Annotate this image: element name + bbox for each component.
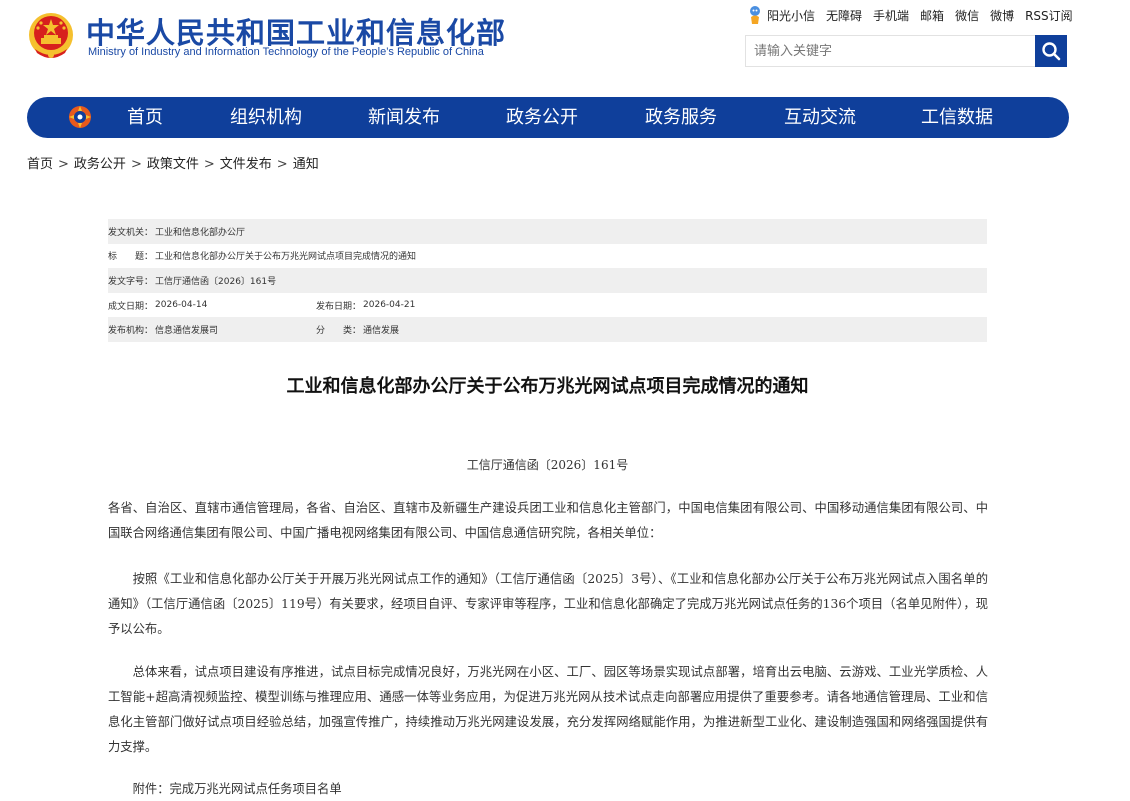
breadcrumb-separator: > (203, 157, 215, 172)
nav-item-news[interactable]: 新闻发布 (368, 97, 440, 138)
meta-label-doc-no: 发文字号： (108, 276, 154, 287)
nav-item-gov-services[interactable]: 政务服务 (645, 97, 717, 138)
meta-row-issuer: 发文机关： 工业和信息化部办公厅 (108, 219, 987, 244)
search-icon (1042, 42, 1061, 61)
breadcrumb-separator: > (276, 157, 288, 172)
nav-item-data[interactable]: 工信数据 (921, 97, 993, 138)
top-link-mobile[interactable]: 手机端 (873, 7, 909, 24)
meta-value-title: 工业和信息化部办公厅关于公布万兆光网试点项目完成情况的通知 (155, 252, 417, 263)
top-link-accessibility[interactable]: 无障碍 (826, 7, 862, 24)
nav-item-organization[interactable]: 组织机构 (230, 97, 302, 138)
meta-value-doc-no: 工信厅通信函〔2026〕161号 (155, 276, 277, 287)
article-doc-number: 工信厅通信函〔2026〕161号 (466, 458, 629, 472)
miit-logo-icon[interactable] (67, 104, 93, 130)
top-link-wechat[interactable]: 微信 (955, 7, 979, 24)
search-input[interactable] (745, 35, 1037, 67)
site-title-english[interactable]: Ministry of Industry and Information Tec… (88, 46, 484, 58)
emblem-icon (29, 13, 73, 58)
breadcrumb-doc-release[interactable]: 文件发布 (220, 157, 272, 172)
top-link-sunshine[interactable]: 阳光小信 (767, 7, 815, 24)
nav-item-gov-affairs[interactable]: 政务公开 (506, 97, 578, 138)
breadcrumb-notice: 通知 (292, 157, 319, 172)
top-link-rss[interactable]: RSS订阅 (1025, 7, 1073, 24)
meta-value-publisher: 信息通信发展司 (155, 326, 219, 337)
meta-label-issuer: 发文机关： (108, 227, 154, 238)
top-link-weibo[interactable]: 微博 (990, 7, 1014, 24)
national-emblem-logo[interactable] (27, 11, 75, 61)
search-button[interactable] (1035, 35, 1067, 67)
meta-label-published-date: 发布日期： (316, 301, 362, 312)
meta-cell-published-date: 发布日期： 2026-04-21 (316, 299, 415, 312)
article-title: 工业和信息化部办公厅关于公布万兆光网试点项目完成情况的通知 (286, 376, 809, 397)
meta-label-publisher: 发布机构： (108, 326, 154, 337)
document-meta-table: 发文机关： 工业和信息化部办公厅 标 题： 工业和信息化部办公厅关于公布万兆光网… (108, 219, 987, 342)
meta-row-title: 标 题： 工业和信息化部办公厅关于公布万兆光网试点项目完成情况的通知 (108, 244, 987, 269)
meta-label-category: 分 类： (316, 326, 362, 337)
article-paragraph-addressees: 各省、自治区、直辖市通信管理局，各省、自治区、直辖市及新疆生产建设兵团工业和信息… (108, 501, 988, 540)
main-nav: 首页 组织机构 新闻发布 政务公开 政务服务 互动交流 工信数据 (27, 97, 1069, 138)
nav-item-interaction[interactable]: 互动交流 (784, 97, 856, 138)
breadcrumb-home[interactable]: 首页 (27, 157, 53, 172)
meta-cell-publisher: 发布机构： 信息通信发展司 (108, 323, 316, 336)
breadcrumb: 首页 > 政务公开 > 政策文件 > 文件发布 > 通知 (27, 153, 319, 172)
meta-value-written-date: 2026-04-14 (155, 300, 208, 311)
article-paragraph-summary: 总体来看，试点项目建设有序推进，试点目标完成情况良好，万兆光网在小区、工厂、园区… (108, 665, 988, 754)
nav-item-home[interactable]: 首页 (127, 97, 163, 138)
meta-cell-category: 分 类： 通信发展 (316, 323, 399, 336)
meta-row-publisher: 发布机构： 信息通信发展司 分 类： 通信发展 (108, 317, 987, 342)
meta-value-category: 通信发展 (363, 326, 400, 337)
meta-value-issuer: 工业和信息化部办公厅 (155, 227, 246, 238)
meta-cell-written-date: 成文日期： 2026-04-14 (108, 299, 316, 312)
breadcrumb-policy-docs[interactable]: 政策文件 (147, 157, 199, 172)
meta-label-title: 标 题： (108, 252, 154, 263)
article-paragraph-basis: 按照《工业和信息化部办公厅关于开展万兆光网试点工作的通知》（工信厅通信函〔202… (108, 572, 988, 636)
article-attachment-link[interactable]: 附件：完成万兆光网试点任务项目名单 (108, 777, 988, 801)
sunshine-mascot-icon (750, 6, 760, 24)
breadcrumb-gov-affairs[interactable]: 政务公开 (74, 157, 126, 172)
meta-value-published-date: 2026-04-21 (363, 300, 416, 311)
meta-row-dates: 成文日期： 2026-04-14 发布日期： 2026-04-21 (108, 293, 987, 318)
top-links-bar: 阳光小信 无障碍 手机端 邮箱 微信 微博 RSS订阅 (748, 5, 1073, 25)
meta-label-written-date: 成文日期： (108, 301, 154, 312)
breadcrumb-separator: > (58, 157, 69, 172)
top-link-mailbox[interactable]: 邮箱 (920, 7, 944, 24)
breadcrumb-separator: > (130, 157, 142, 172)
meta-row-doc-no: 发文字号： 工信厅通信函〔2026〕161号 (108, 268, 987, 293)
